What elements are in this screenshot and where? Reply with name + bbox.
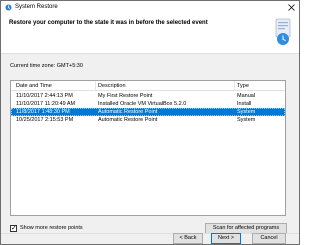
restore-points-table[interactable]: Date and Time Description Type 11/10/201… — [10, 80, 286, 216]
row-description: My First Restore Point — [98, 93, 153, 99]
row-type: Manual — [237, 93, 256, 99]
row-date: 11/10/2017 11:20:49 AM — [16, 101, 76, 107]
column-header-date[interactable]: Date and Time — [16, 83, 52, 90]
row-type: Install — [237, 101, 252, 107]
row-date: 11/10/2017 2:44:13 PM — [16, 93, 73, 99]
row-description: Automatic Restore Point — [98, 117, 158, 123]
timezone-label: Current time zone: GMT+5:30 — [10, 63, 83, 69]
row-description: Installed Oracle VM VirtualBox 5.2.0 — [98, 101, 187, 107]
row-date: 10/25/2017 2:15:53 PM — [16, 117, 74, 123]
wizard-header: Restore your computer to the state it wa… — [1, 14, 299, 54]
column-divider[interactable] — [234, 81, 235, 91]
system-restore-icon — [5, 4, 12, 11]
page-title: Restore your computer to the state it wa… — [9, 20, 208, 26]
table-header: Date and Time Description Type — [11, 81, 285, 91]
window-title: System Restore — [15, 4, 58, 10]
title-bar[interactable]: System Restore — [1, 1, 299, 14]
back-button[interactable]: < Back — [173, 233, 203, 244]
column-divider[interactable] — [95, 81, 96, 91]
table-row[interactable]: 11/8/2017 1:48:30 PM Automatic Restore P… — [11, 108, 285, 116]
close-icon[interactable] — [287, 3, 296, 12]
cancel-button[interactable]: Cancel — [252, 233, 286, 244]
row-date: 11/8/2017 1:48:30 PM — [16, 109, 70, 115]
row-type: System — [237, 117, 256, 123]
system-restore-window: System Restore Restore your computer to … — [0, 0, 300, 245]
table-row[interactable]: 11/10/2017 11:20:49 AM Installed Oracle … — [11, 100, 285, 108]
row-type: System — [237, 109, 256, 115]
table-row[interactable]: 10/25/2017 2:15:53 PM Automatic Restore … — [11, 116, 285, 124]
show-more-checkbox[interactable] — [10, 224, 17, 233]
show-more-label[interactable]: Show more restore points — [20, 225, 83, 232]
column-header-description[interactable]: Description — [98, 83, 126, 90]
row-description: Automatic Restore Point — [98, 109, 158, 115]
table-row[interactable]: 11/10/2017 2:44:13 PM My First Restore P… — [11, 92, 285, 100]
column-header-type[interactable]: Type — [237, 83, 249, 90]
restore-shield-icon — [272, 17, 294, 47]
next-button[interactable]: Next > — [211, 233, 241, 244]
